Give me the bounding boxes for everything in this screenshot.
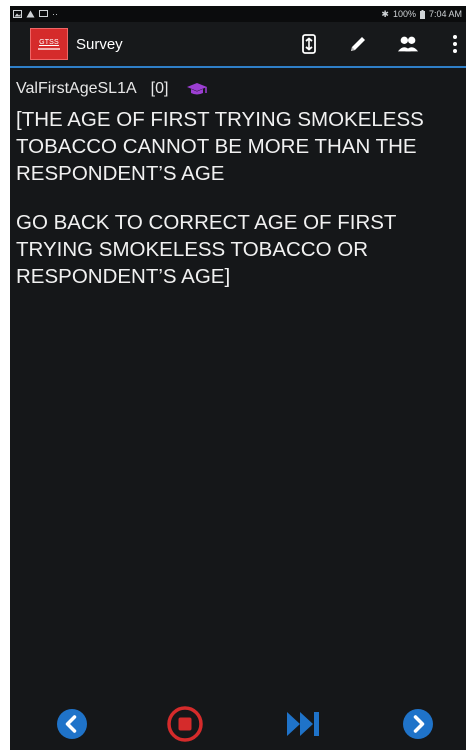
image-icon [13, 10, 22, 18]
fast-forward-icon [287, 712, 319, 736]
screen-icon [39, 10, 48, 17]
next-button[interactable] [400, 706, 436, 742]
status-right: ✱ 100% 7:04 AM [381, 9, 462, 20]
question-header: ValFirstAgeSL1A [0] [16, 80, 460, 98]
overflow-menu-icon [453, 35, 457, 53]
battery-icon [419, 9, 425, 19]
battery-percent: 100% [392, 9, 416, 19]
message-line: [THE AGE OF FIRST TRYING SMOKELESS [16, 108, 424, 131]
previous-button[interactable] [54, 706, 90, 742]
graduation-cap-icon[interactable] [186, 81, 208, 97]
app-title: Survey [76, 35, 123, 53]
status-left-icons: ·· [13, 9, 58, 19]
bluetooth-icon: ✱ [381, 8, 389, 19]
message-line: TRYING SMOKELESS TOBACCO OR [16, 238, 369, 261]
logo-text: GTSS [39, 38, 59, 46]
app-bar: GTSS Survey [10, 22, 466, 68]
clock: 7:04 AM [428, 9, 462, 19]
edit-button[interactable] [347, 33, 369, 55]
status-bar: ·· ✱ 100% 7:04 AM [10, 6, 466, 22]
validation-message-part2: GO BACK TO CORRECT AGE OF FIRST TRYING S… [16, 209, 460, 290]
warning-icon [26, 10, 35, 18]
message-line: RESPONDENT’S AGE] [16, 265, 231, 288]
previous-icon [57, 709, 87, 739]
logo-underline [38, 47, 60, 50]
question-content: ValFirstAgeSL1A [0] [THE AGE OF FIRST TR… [10, 80, 466, 290]
respondents-icon [397, 36, 419, 52]
bottom-navigation [10, 694, 466, 750]
respondents-button[interactable] [397, 33, 419, 55]
fast-forward-button[interactable] [285, 706, 321, 742]
app-logo: GTSS [30, 28, 68, 60]
message-line: GO BACK TO CORRECT AGE OF FIRST [16, 211, 397, 234]
more-dots-icon: ·· [52, 9, 58, 19]
message-line: TOBACCO CANNOT BE MORE THAN THE [16, 135, 417, 158]
next-icon [403, 709, 433, 739]
overflow-menu-button[interactable] [448, 33, 462, 55]
message-line: RESPONDENT’S AGE [16, 162, 225, 185]
question-id: ValFirstAgeSL1A [16, 80, 137, 97]
question-index: [0] [150, 80, 169, 97]
stop-icon [167, 706, 203, 742]
device-screen: ·· ✱ 100% 7:04 AM GTSS Survey ValFirstAg… [10, 6, 466, 750]
jump-button[interactable] [298, 33, 320, 55]
jump-icon [302, 34, 316, 54]
validation-message-part1: [THE AGE OF FIRST TRYING SMOKELESS TOBAC… [16, 106, 460, 187]
edit-pencil-icon [351, 37, 365, 51]
stop-button[interactable] [167, 706, 203, 742]
